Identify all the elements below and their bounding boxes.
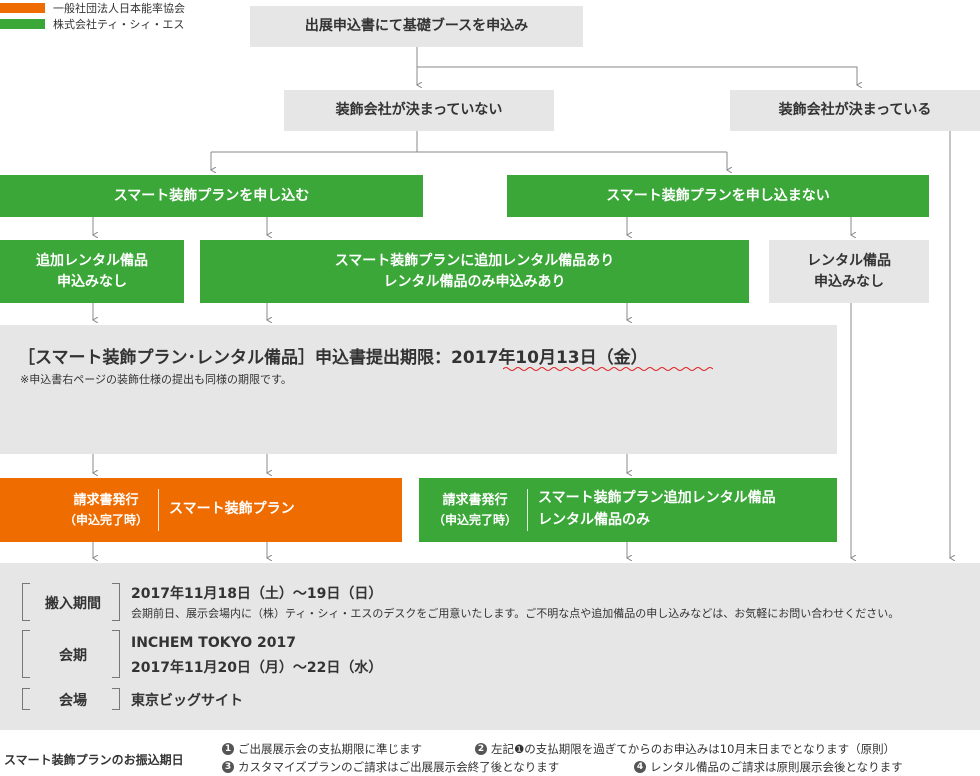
venue-bracket-right bbox=[112, 688, 120, 710]
move-in-bracket-right bbox=[112, 583, 120, 621]
smart-plan-decline-box: スマート装飾プランを申し込まない bbox=[507, 175, 929, 217]
rental-none-line2: 申込みなし bbox=[814, 273, 884, 290]
venue-value: 東京ビッグサイト bbox=[131, 693, 243, 709]
payment-item-2-number: 2 bbox=[475, 743, 487, 755]
rental-none-line1: レンタル備品 bbox=[807, 253, 891, 270]
invoice-orange-subtitle: （申込完了時） bbox=[64, 512, 149, 527]
venue-bracket-left bbox=[22, 688, 30, 710]
venue-label: 会場 bbox=[59, 693, 87, 709]
invoice-orange-left: 請求書発行 （申込完了時） bbox=[56, 491, 156, 530]
rental-none-box: レンタル備品 申込みなし bbox=[769, 240, 929, 303]
payment-item-2: 2 左記❶の支払期限を過ぎてからのお申込みは10月末日までとなります（原則） bbox=[475, 741, 895, 757]
additional-rental-box: スマート装飾プランに追加レンタル備品あり レンタル備品のみ申込みあり bbox=[200, 240, 749, 303]
period-bracket-right bbox=[112, 630, 120, 678]
move-in-bracket-left bbox=[22, 583, 30, 621]
period-bracket-left bbox=[22, 630, 30, 678]
payment-item-3-text: カスタマイズプランのご請求はご出展展示会終了後となります bbox=[238, 760, 560, 774]
payment-item-4-number: 4 bbox=[634, 761, 646, 773]
invoice-green-left: 請求書発行 （申込完了時） bbox=[425, 491, 525, 530]
payment-item-1-number: 1 bbox=[222, 743, 234, 755]
payment-item-4-text: レンタル備品のご請求は原則展示会後となります bbox=[650, 760, 903, 774]
invoice-green-title: 請求書発行 bbox=[442, 492, 508, 508]
invoice-orange-divider bbox=[158, 489, 160, 531]
additional-rental-line1: スマート装飾プランに追加レンタル備品あり bbox=[334, 253, 615, 270]
invoice-green-box: 請求書発行 （申込完了時） スマート装飾プラン追加レンタル備品 レンタル備品のみ bbox=[419, 478, 837, 542]
no-additional-rental-line1: 追加レンタル備品 bbox=[36, 253, 148, 270]
period-label: 会期 bbox=[59, 648, 87, 664]
payment-item-2-text: 左記❶の支払期限を過ぎてからのお申込みは10月末日までとなります（原則） bbox=[491, 742, 896, 756]
period-dates: 2017年11月20日（月）～22日（水） bbox=[131, 660, 383, 676]
payment-label: スマート装飾プランのお振込期日 bbox=[4, 753, 184, 767]
move-in-note: 会期前日、展示会場内に（株）ティ・シィ・エスのデスクをご用意いたします。ご不明な… bbox=[131, 607, 900, 620]
invoice-green-items: スマート装飾プラン追加レンタル備品 レンタル備品のみ bbox=[538, 488, 776, 531]
deadline-note: ※申込書右ページの装飾仕様の提出も同様の期限です。 bbox=[20, 373, 292, 386]
payment-item-4: 4 レンタル備品のご請求は原則展示会後となります bbox=[634, 759, 903, 775]
deadline-title: ［スマート装飾プラン･レンタル備品］申込書提出期限：2017年10月13日（金） bbox=[18, 348, 648, 368]
no-additional-rental-line2: 申込みなし bbox=[57, 273, 127, 290]
payment-item-3: 3 カスタマイズプランのご請求はご出展展示会終了後となります bbox=[222, 759, 559, 775]
invoice-orange-plan: スマート装飾プラン bbox=[169, 501, 295, 518]
payment-item-3-number: 3 bbox=[222, 761, 234, 773]
payment-item-1: 1 ご出展展示会の支払期限に準じます bbox=[222, 741, 422, 757]
deadline-underline-wave bbox=[503, 367, 713, 371]
period-event-name: INCHEM TOKYO 2017 bbox=[131, 635, 296, 651]
additional-rental-line2: レンタル備品のみ申込みあり bbox=[383, 273, 566, 290]
invoice-green-item1: スマート装飾プラン追加レンタル備品 bbox=[538, 490, 776, 507]
invoice-green-divider bbox=[527, 489, 529, 531]
smart-plan-apply-box: スマート装飾プランを申し込む bbox=[0, 175, 423, 217]
invoice-green-subtitle: （申込完了時） bbox=[433, 512, 518, 527]
no-additional-rental-box: 追加レンタル備品 申込みなし bbox=[0, 240, 184, 303]
invoice-orange-title: 請求書発行 bbox=[73, 492, 139, 508]
decorator-decided-box: 装飾会社が決まっている bbox=[730, 90, 980, 131]
invoice-green-item2: レンタル備品のみ bbox=[538, 512, 651, 528]
start-box: 出展申込書にて基礎ブースを申込み bbox=[250, 6, 583, 47]
decorator-undecided-box: 装飾会社が決まっていない bbox=[284, 90, 554, 131]
move-in-dates: 2017年11月18日（土）～19日（日） bbox=[131, 586, 383, 602]
invoice-orange-box: 請求書発行 （申込完了時） スマート装飾プラン bbox=[0, 478, 402, 542]
move-in-label: 搬入期間 bbox=[45, 596, 101, 612]
payment-item-1-text: ご出展展示会の支払期限に準じます bbox=[238, 742, 422, 756]
